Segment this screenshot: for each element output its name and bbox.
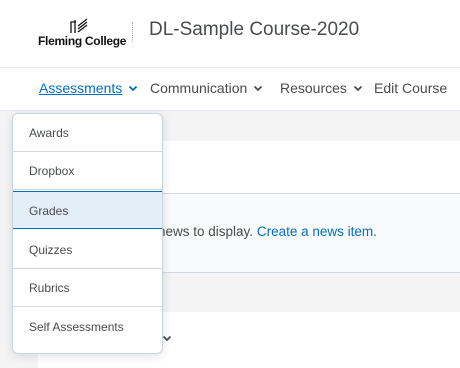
nav-edit-course-label: Edit Course <box>374 80 448 96</box>
chevron-down-icon <box>254 85 263 92</box>
menu-item-grades[interactable]: Grades <box>13 191 162 229</box>
chevron-down-icon <box>353 85 363 92</box>
menu-item-quizzes[interactable]: Quizzes <box>13 231 162 269</box>
college-logo-icon <box>70 18 88 33</box>
course-title[interactable]: DL-Sample Course-2020 <box>149 19 359 41</box>
menu-item-self-assessments[interactable]: Self Assessments <box>13 308 162 346</box>
assessments-dropdown-menu: Awards Dropbox Grades Quizzes Rubrics Se… <box>12 113 163 354</box>
nav-communication-label: Communication <box>150 80 248 96</box>
nav-assessments-label: Assessments <box>39 80 123 96</box>
header-divider <box>132 22 133 42</box>
chevron-down-icon[interactable] <box>162 333 172 343</box>
fleming-college-logo[interactable]: Fleming College <box>38 18 126 50</box>
nav-resources-label: Resources <box>280 80 347 96</box>
logo-text: Fleming College <box>38 34 127 48</box>
create-news-link[interactable]: Create a news item. <box>257 224 377 239</box>
nav-communication[interactable]: Communication <box>150 80 263 96</box>
menu-item-dropbox[interactable]: Dropbox <box>13 152 162 190</box>
news-text: news to display. <box>158 224 254 239</box>
menu-item-awards[interactable]: Awards <box>13 114 162 152</box>
nav-assessments[interactable]: Assessments <box>39 80 138 96</box>
nav-resources[interactable]: Resources <box>280 80 363 96</box>
news-empty-message: news to display. Create a news item. <box>158 224 377 239</box>
course-navbar: Assessments Communication Resources Edit… <box>0 67 460 111</box>
chevron-down-icon <box>129 85 138 92</box>
nav-edit-course[interactable]: Edit Course <box>374 80 447 96</box>
course-header: Fleming College DL-Sample Course-2020 <box>0 0 460 67</box>
menu-item-rubrics[interactable]: Rubrics <box>13 269 162 307</box>
